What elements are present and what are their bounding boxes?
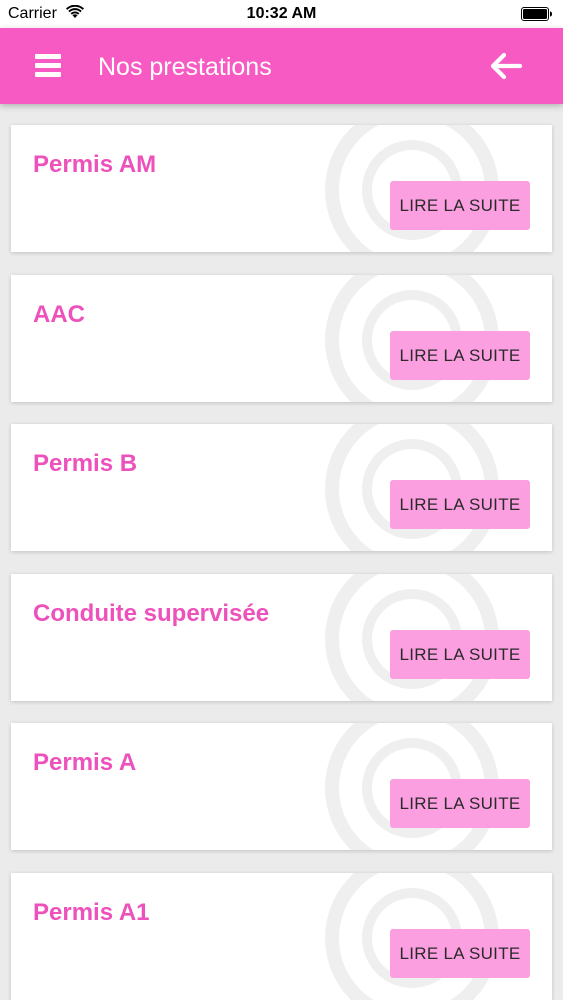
service-card-permis-b: Permis B LIRE LA SUITE: [11, 424, 552, 551]
service-title: Permis AM: [33, 151, 157, 178]
hamburger-menu-icon[interactable]: [31, 52, 65, 80]
read-more-button[interactable]: LIRE LA SUITE: [390, 480, 530, 529]
service-title: Permis A1: [33, 899, 150, 926]
service-card-permis-a1: Permis A1 LIRE LA SUITE: [11, 873, 552, 1000]
read-more-button[interactable]: LIRE LA SUITE: [390, 331, 530, 380]
read-more-button[interactable]: LIRE LA SUITE: [390, 181, 530, 230]
arrow-left-icon[interactable]: [487, 48, 525, 84]
status-time: 10:32 AM: [246, 5, 317, 22]
service-title: Permis A: [33, 749, 137, 776]
app-bar: Nos prestations: [0, 28, 563, 104]
battery-icon: [521, 7, 552, 21]
service-card-permis-a: Permis A LIRE LA SUITE: [11, 723, 552, 850]
service-card-conduite-supervisee: Conduite supervisée LIRE LA SUITE: [11, 574, 552, 701]
service-title: Conduite supervisée: [33, 600, 270, 627]
read-more-button[interactable]: LIRE LA SUITE: [390, 779, 530, 828]
read-more-button[interactable]: LIRE LA SUITE: [390, 630, 530, 679]
status-bar: Carrier 10:32 AM: [0, 0, 563, 28]
service-card-permis-am: Permis AM LIRE LA SUITE: [11, 125, 552, 252]
service-title: AAC: [33, 301, 85, 328]
page-title: Nos prestations: [98, 53, 272, 81]
service-card-aac: AAC LIRE LA SUITE: [11, 275, 552, 402]
read-more-button[interactable]: LIRE LA SUITE: [390, 929, 530, 978]
service-title: Permis B: [33, 450, 138, 477]
